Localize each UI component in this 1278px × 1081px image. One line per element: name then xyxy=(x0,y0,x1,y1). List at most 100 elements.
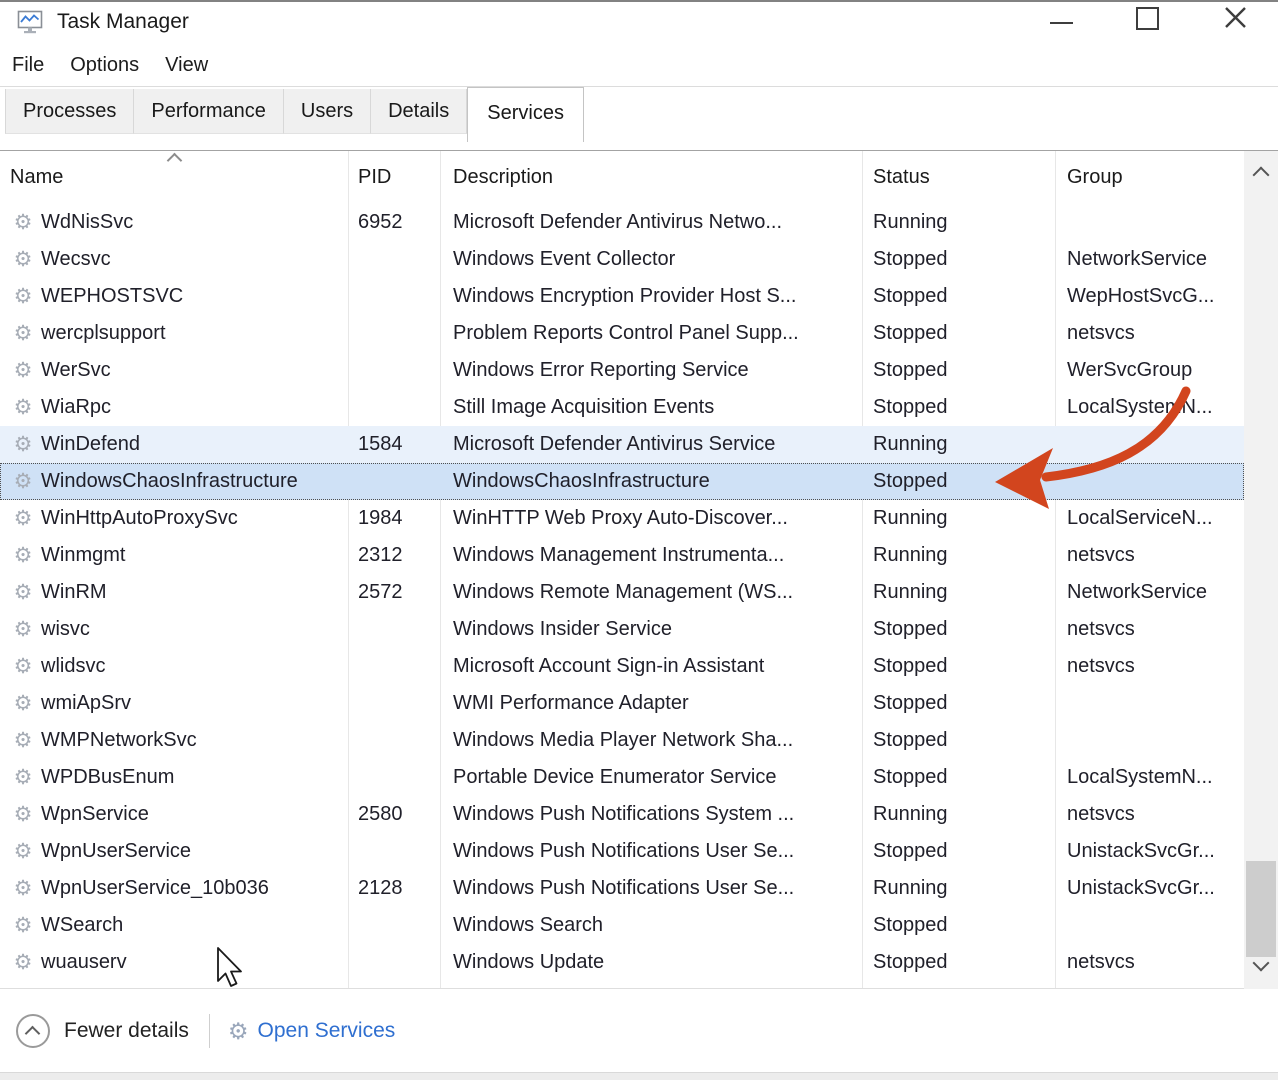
service-pid xyxy=(348,463,440,500)
service-group: netsvcs xyxy=(1055,537,1244,574)
window-title: Task Manager xyxy=(57,10,189,34)
table-header: Name PID Description Status Group xyxy=(0,151,1244,204)
column-header-description[interactable]: Description xyxy=(440,151,862,204)
tab-services[interactable]: Services xyxy=(467,87,584,142)
service-description: Windows Update xyxy=(440,944,862,981)
service-name: WinRM xyxy=(41,574,107,611)
service-gear-icon: ⚙ xyxy=(10,537,36,574)
menu-file[interactable]: File xyxy=(12,54,44,77)
service-pid xyxy=(348,833,440,870)
service-status: Running xyxy=(862,796,1055,833)
service-description: Windows Error Reporting Service xyxy=(440,352,862,389)
service-name: WdNisSvc xyxy=(41,204,133,241)
service-row-WinDefend[interactable]: ⚙WinDefend1584Microsoft Defender Antivir… xyxy=(0,426,1244,463)
service-group: netsvcs xyxy=(1055,944,1244,981)
service-name: WpnUserService xyxy=(41,833,191,870)
menu-bar: File Options View xyxy=(0,44,1278,86)
service-description: Windows Media Player Network Sha... xyxy=(440,722,862,759)
service-description: Still Image Acquisition Events xyxy=(440,389,862,426)
service-row-wlidsvc[interactable]: ⚙wlidsvcMicrosoft Account Sign-in Assist… xyxy=(0,648,1244,685)
service-row-WpnUserService[interactable]: ⚙WpnUserServiceWindows Push Notification… xyxy=(0,833,1244,870)
service-group: UnistackSvcGr... xyxy=(1055,870,1244,907)
services-table-body: ⚙WdNisSvc6952Microsoft Defender Antiviru… xyxy=(0,204,1244,981)
open-services-gear-icon: ⚙ xyxy=(228,1018,249,1045)
service-status: Stopped xyxy=(862,463,1055,500)
service-name-cell: ⚙WindowsChaosInfrastructure xyxy=(0,463,348,500)
fewer-details-button[interactable] xyxy=(16,1014,50,1048)
tab-users[interactable]: Users xyxy=(284,89,371,134)
service-name-cell: ⚙Winmgmt xyxy=(0,537,348,574)
scroll-up-arrow-icon[interactable] xyxy=(1253,167,1270,184)
service-name: WEPHOSTSVC xyxy=(41,278,183,315)
service-name-cell: ⚙WpnService xyxy=(0,796,348,833)
open-services-link[interactable]: Open Services xyxy=(258,1019,396,1043)
footer-bar: Fewer details ⚙ Open Services xyxy=(0,988,1278,1073)
service-row-Wecsvc[interactable]: ⚙WecsvcWindows Event CollectorStoppedNet… xyxy=(0,241,1244,278)
service-row-WPDBusEnum[interactable]: ⚙WPDBusEnumPortable Device Enumerator Se… xyxy=(0,759,1244,796)
column-header-name[interactable]: Name xyxy=(0,151,348,204)
service-row-wuauserv[interactable]: ⚙wuauservWindows UpdateStoppednetsvcs xyxy=(0,944,1244,981)
service-pid xyxy=(348,944,440,981)
service-row-WiaRpc[interactable]: ⚙WiaRpcStill Image Acquisition EventsSto… xyxy=(0,389,1244,426)
service-name-cell: ⚙Wecsvc xyxy=(0,241,348,278)
minimize-button[interactable] xyxy=(1050,22,1073,24)
service-gear-icon: ⚙ xyxy=(10,907,36,944)
column-header-pid[interactable]: PID xyxy=(348,151,440,204)
service-description: Windows Insider Service xyxy=(440,611,862,648)
vertical-scrollbar[interactable] xyxy=(1244,151,1278,989)
service-row-Winmgmt[interactable]: ⚙Winmgmt2312Windows Management Instrumen… xyxy=(0,537,1244,574)
service-row-WSearch[interactable]: ⚙WSearchWindows SearchStopped xyxy=(0,907,1244,944)
service-row-WdNisSvc[interactable]: ⚙WdNisSvc6952Microsoft Defender Antiviru… xyxy=(0,204,1244,241)
service-status: Stopped xyxy=(862,611,1055,648)
service-row-WindowsChaosInfrastructure[interactable]: ⚙WindowsChaosInfrastructureWindowsChaosI… xyxy=(0,463,1244,500)
menu-options[interactable]: Options xyxy=(70,54,139,77)
service-description: Windows Search xyxy=(440,907,862,944)
service-description: Microsoft Account Sign-in Assistant xyxy=(440,648,862,685)
service-row-WerSvc[interactable]: ⚙WerSvc Windows Error Reporting ServiceSt… xyxy=(0,352,1244,389)
service-row-WinHttpAutoProxySvc[interactable]: ⚙WinHttpAutoProxySvc1984WinHTTP Web Prox… xyxy=(0,500,1244,537)
service-gear-icon: ⚙ xyxy=(10,944,36,981)
service-name: WerSvc xyxy=(41,352,111,389)
close-button[interactable] xyxy=(1222,4,1249,31)
tab-processes[interactable]: Processes xyxy=(5,89,134,134)
tab-performance[interactable]: Performance xyxy=(134,89,284,134)
menu-view[interactable]: View xyxy=(165,54,208,77)
footer-divider xyxy=(209,1014,210,1048)
column-header-status[interactable]: Status xyxy=(862,151,1055,204)
service-description: Microsoft Defender Antivirus Netwo... xyxy=(440,204,862,241)
service-description: Windows Management Instrumenta... xyxy=(440,537,862,574)
service-group: netsvcs xyxy=(1055,796,1244,833)
service-pid: 2580 xyxy=(348,796,440,833)
fewer-details-label[interactable]: Fewer details xyxy=(64,1019,189,1043)
service-group: netsvcs xyxy=(1055,315,1244,352)
service-row-WpnService[interactable]: ⚙WpnService2580Windows Push Notification… xyxy=(0,796,1244,833)
service-gear-icon: ⚙ xyxy=(10,352,36,389)
service-row-wmiApSrv[interactable]: ⚙wmiApSrvWMI Performance AdapterStopped xyxy=(0,685,1244,722)
service-status: Stopped xyxy=(862,722,1055,759)
service-description: Windows Push Notifications User Se... xyxy=(440,833,862,870)
service-row-WinRM[interactable]: ⚙WinRM2572Windows Remote Management (WS.… xyxy=(0,574,1244,611)
service-row-WEPHOSTSVC[interactable]: ⚙WEPHOSTSVCWindows Encryption Provider H… xyxy=(0,278,1244,315)
service-name-cell: ⚙WEPHOSTSVC xyxy=(0,278,348,315)
service-row-WMPNetworkSvc[interactable]: ⚙WMPNetworkSvc Windows Media Player Netwo… xyxy=(0,722,1244,759)
service-status: Running xyxy=(862,870,1055,907)
service-row-WpnUserService_10b036[interactable]: ⚙WpnUserService_10b0362128Windows Push N… xyxy=(0,870,1244,907)
service-row-wercplsupport[interactable]: ⚙wercplsupportProblem Reports Control Pa… xyxy=(0,315,1244,352)
service-name-cell: ⚙wmiApSrv xyxy=(0,685,348,722)
scroll-down-arrow-icon[interactable] xyxy=(1253,955,1270,972)
service-gear-icon: ⚙ xyxy=(10,426,36,463)
service-status: Stopped xyxy=(862,352,1055,389)
service-name: wuauserv xyxy=(41,944,127,981)
services-table: Name PID Description Status Group ⚙WdNis… xyxy=(0,150,1278,989)
service-pid: 1984 xyxy=(348,500,440,537)
service-name-cell: ⚙wercplsupport xyxy=(0,315,348,352)
scrollbar-thumb[interactable] xyxy=(1246,861,1276,957)
service-gear-icon: ⚙ xyxy=(10,722,36,759)
service-status: Stopped xyxy=(862,759,1055,796)
tab-details[interactable]: Details xyxy=(371,89,467,134)
service-row-wisvc[interactable]: ⚙wisvcWindows Insider ServiceStoppednets… xyxy=(0,611,1244,648)
service-gear-icon: ⚙ xyxy=(10,796,36,833)
column-header-group[interactable]: Group xyxy=(1055,151,1244,204)
service-name: WMPNetworkSvc xyxy=(41,722,197,759)
maximize-button[interactable] xyxy=(1136,7,1159,30)
